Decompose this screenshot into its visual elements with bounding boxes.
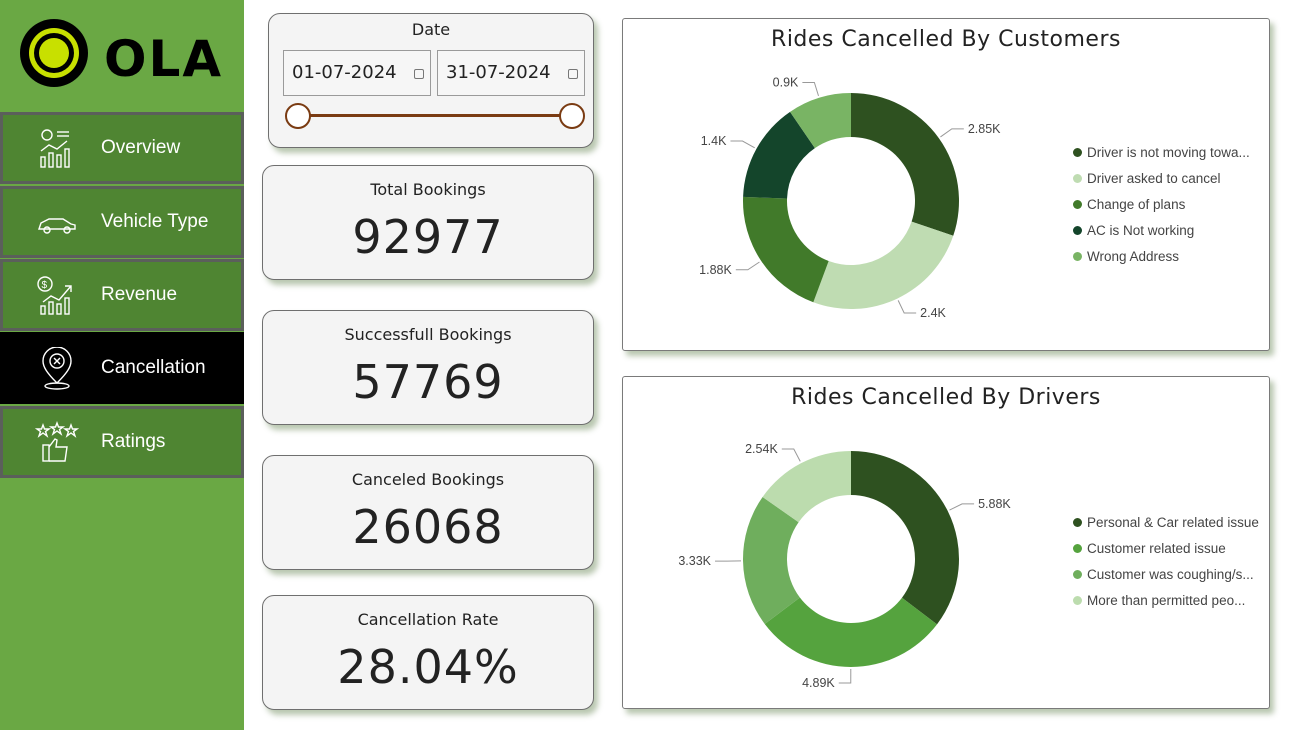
legend-item[interactable]: More than permitted peo... [1073, 587, 1259, 613]
leader-line [949, 503, 975, 511]
legend-label: Driver asked to cancel [1087, 170, 1221, 186]
nav-label-revenue: Revenue [101, 284, 178, 305]
date-slider-start-handle[interactable] [285, 103, 311, 129]
start-date-input[interactable]: 01-07-2024 [283, 50, 431, 96]
legend-swatch [1073, 199, 1082, 209]
donut-slice[interactable] [764, 597, 938, 667]
ola-logo: OLA [20, 19, 223, 88]
legend-label: More than permitted peo... [1087, 592, 1246, 608]
kpi-cancellation-rate: Cancellation Rate 28.04% [262, 595, 594, 710]
analytics-icon [40, 129, 70, 168]
kpi-canceled-bookings: Canceled Bookings 26068 [262, 455, 594, 570]
nav-item-vehicle-type[interactable]: Vehicle Type [0, 186, 244, 258]
kpi-title: Cancellation Rate [357, 610, 499, 629]
customer-cancellation-chart: Rides Cancelled By Customers 2.85K 2.4K 1.… [622, 18, 1270, 351]
data-label: 2.4K [920, 306, 946, 320]
legend-label: Customer was coughing/s... [1087, 566, 1254, 582]
legend-swatch [1073, 251, 1082, 261]
donut-slice[interactable] [851, 93, 959, 236]
leader-line [940, 128, 964, 138]
data-label: 3.33K [678, 554, 711, 568]
kpi-title: Total Bookings [370, 180, 486, 199]
date-filter-title: Date [411, 20, 451, 39]
data-label: 1.4K [701, 134, 727, 148]
leader-line [730, 140, 755, 149]
nav-item-revenue[interactable]: $ Revenue [0, 259, 244, 331]
legend-swatch [1073, 595, 1082, 605]
end-date-input[interactable]: 31-07-2024 [437, 50, 585, 96]
data-label: 4.89K [802, 676, 835, 690]
calendar-icon [568, 69, 578, 79]
legend-item[interactable]: Change of plans [1073, 191, 1250, 217]
sidebar: OLA Overview Vehicle Type $ Revenue Canc… [0, 0, 244, 730]
date-filter-card: Date 01-07-2024 31-07-2024 [268, 13, 594, 148]
kpi-value: 92977 [352, 210, 504, 264]
nav-label-cancellation: Cancellation [101, 357, 206, 378]
leader-line [838, 668, 852, 684]
brand-name: OLA [104, 30, 223, 88]
data-label: 0.9K [773, 76, 799, 90]
car-icon [38, 218, 76, 234]
revenue-growth-icon: $ [37, 276, 72, 315]
svg-text:$: $ [42, 280, 48, 291]
kpi-title: Canceled Bookings [351, 470, 505, 489]
legend-item[interactable]: Driver asked to cancel [1073, 165, 1250, 191]
nav-item-cancellation[interactable]: Cancellation [0, 332, 244, 404]
data-label: 2.85K [968, 122, 1001, 136]
date-slider-end-handle[interactable] [559, 103, 585, 129]
data-label: 2.54K [745, 442, 778, 456]
legend-swatch [1073, 569, 1082, 579]
nav-item-ratings[interactable]: Ratings [0, 406, 244, 478]
legend-label: Change of plans [1087, 196, 1186, 212]
legend-item[interactable]: AC is Not working [1073, 217, 1250, 243]
data-label: 1.88K [699, 263, 732, 277]
legend-swatch [1073, 517, 1082, 527]
legend-swatch [1073, 543, 1082, 553]
cancel-pin-icon [42, 347, 72, 390]
legend-label: AC is Not working [1087, 222, 1195, 238]
legend-swatch [1073, 173, 1082, 183]
kpi-value: 26068 [352, 500, 504, 554]
legend-item[interactable]: Driver is not moving towa... [1073, 139, 1250, 165]
nav-label-vehicle-type: Vehicle Type [101, 211, 209, 232]
legend-label: Driver is not moving towa... [1087, 144, 1250, 160]
kpi-value: 57769 [352, 355, 504, 409]
legend-label: Customer related issue [1087, 540, 1226, 556]
donut-slice[interactable] [743, 196, 829, 303]
legend-item[interactable]: Personal & Car related issue [1073, 509, 1259, 535]
leader-line [897, 300, 917, 314]
driver-cancellation-chart: Rides Cancelled By Drivers 5.88K 4.89K 3.3… [622, 376, 1270, 709]
date-slider-track [299, 114, 573, 117]
nav-label-ratings: Ratings [101, 431, 166, 452]
legend-item[interactable]: Customer related issue [1073, 535, 1259, 561]
donut-slice[interactable] [813, 221, 954, 310]
data-label: 5.88K [978, 497, 1011, 511]
customer-cancellation-donut: 2.85K 2.4K 1.88K 1.4K 0.9K [699, 76, 1001, 320]
customer-cancellation-legend: Driver is not moving towa... Driver asked… [1073, 139, 1250, 269]
calendar-icon [414, 69, 424, 79]
leader-line [735, 261, 760, 271]
kpi-value: 28.04% [337, 640, 519, 694]
kpi-total-bookings: Total Bookings 92977 [262, 165, 594, 280]
driver-cancellation-donut: 5.88K 4.89K 3.33K 2.54K [678, 442, 1011, 690]
kpi-successful-bookings: Successfull Bookings 57769 [262, 310, 594, 425]
leader-line [802, 82, 819, 97]
nav-label-overview: Overview [101, 137, 181, 158]
legend-item[interactable]: Wrong Address [1073, 243, 1250, 269]
legend-label: Wrong Address [1087, 248, 1180, 264]
kpi-title: Successfull Bookings [344, 325, 512, 344]
legend-swatch [1073, 225, 1082, 235]
start-date-value: 01-07-2024 [292, 62, 397, 83]
leader-line [781, 448, 801, 462]
end-date-value: 31-07-2024 [446, 62, 551, 83]
driver-cancellation-legend: Personal & Car related issue Customer rel… [1073, 509, 1259, 613]
legend-swatch [1073, 147, 1082, 157]
legend-item[interactable]: Customer was coughing/s... [1073, 561, 1259, 587]
nav-item-overview[interactable]: Overview [0, 112, 244, 184]
stars-thumbs-up-icon [35, 421, 79, 462]
donut-slice[interactable] [851, 451, 959, 625]
legend-label: Personal & Car related issue [1087, 514, 1259, 530]
